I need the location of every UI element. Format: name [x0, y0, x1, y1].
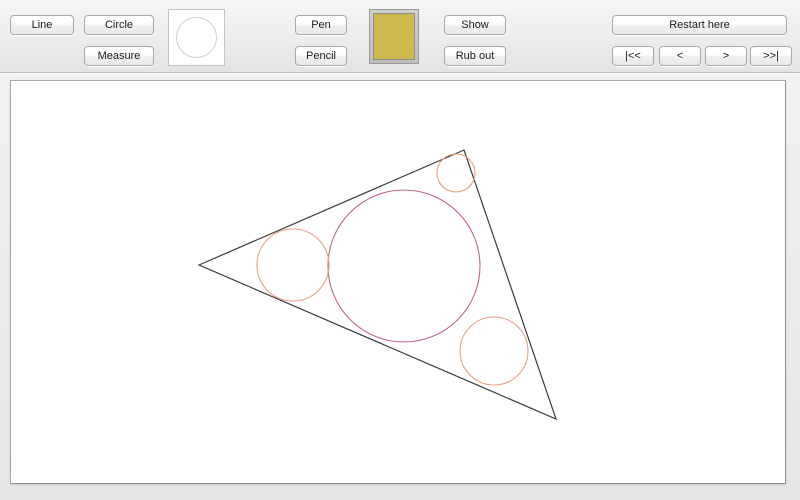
circle-group [256, 153, 529, 386]
tangent-circle-top [436, 153, 476, 193]
pen-tool-button[interactable]: Pen [295, 15, 347, 35]
shape-preview-well[interactable] [168, 9, 225, 66]
color-swatch-well[interactable] [369, 9, 419, 64]
first-step-button[interactable]: |<< [612, 46, 654, 66]
measure-tool-button[interactable]: Measure [84, 46, 154, 66]
drawing-canvas[interactable] [10, 80, 786, 484]
tangent-circle-bottom [459, 316, 529, 386]
color-swatch-icon [373, 13, 415, 60]
pencil-tool-button[interactable]: Pencil [295, 46, 347, 66]
geometry-figure [197, 149, 558, 421]
tangent-circle-left [256, 228, 330, 302]
circle-icon [176, 17, 217, 58]
rub-out-button[interactable]: Rub out [444, 46, 506, 66]
triangle-shape [197, 149, 558, 421]
restart-here-button[interactable]: Restart here [612, 15, 787, 35]
line-tool-button[interactable]: Line [10, 15, 74, 35]
last-step-button[interactable]: >>| [750, 46, 792, 66]
circle-tool-button[interactable]: Circle [84, 15, 154, 35]
previous-step-button[interactable]: < [659, 46, 701, 66]
show-button[interactable]: Show [444, 15, 506, 35]
next-step-button[interactable]: > [705, 46, 747, 66]
incircle [327, 189, 481, 343]
toolbar: Line Circle Measure Pen Pencil Show Rub … [0, 0, 800, 74]
